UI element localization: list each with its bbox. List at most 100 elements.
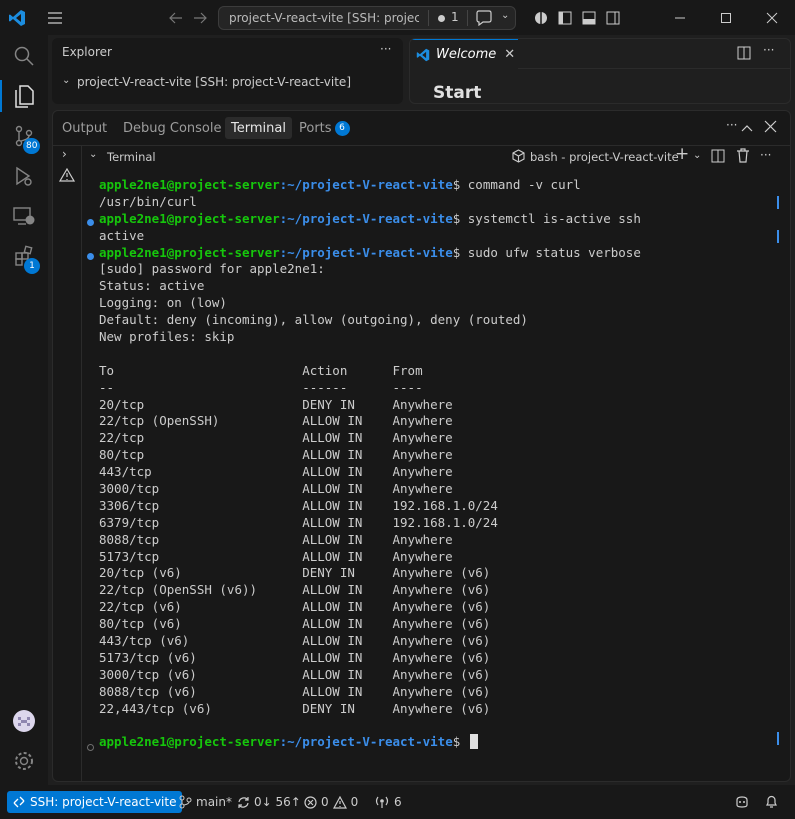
terminal-instance-name[interactable]: bash - project-V-react-vite (530, 150, 679, 164)
tab-ports-label: Ports (299, 120, 332, 136)
chevron-down-icon[interactable]: ⌄ (501, 10, 509, 21)
terminal-output-line: /usr/bin/curl (99, 193, 197, 209)
terminal-output-line: 22/tcp (OpenSSH) ALLOW IN Anywhere (99, 413, 453, 429)
scroll-marker (777, 196, 779, 209)
chevron-down-icon[interactable]: ⌄ (693, 150, 701, 161)
explorer-more-icon[interactable]: ··· (380, 42, 391, 56)
terminal-output-line: 5173/tcp (v6) ALLOW IN Anywhere (v6) (99, 649, 491, 665)
welcome-start-heading: Start (433, 83, 482, 103)
terminal-output-line: 22/tcp (OpenSSH (v6)) ALLOW IN Anywhere … (99, 582, 491, 598)
command-decoration-icon[interactable] (87, 253, 94, 260)
command-decoration-icon[interactable] (87, 219, 94, 226)
terminal-output-line: active (99, 227, 145, 243)
sync-icon (238, 796, 249, 808)
explorer-title: Explorer (62, 45, 112, 59)
search-icon[interactable] (0, 36, 48, 76)
maximize-icon[interactable] (712, 0, 740, 35)
menu-icon[interactable] (44, 0, 66, 35)
terminal-shell-icon (512, 149, 525, 167)
branch-label: main* (196, 795, 232, 809)
terminal-output-line: 8088/tcp (v6) ALLOW IN Anywhere (v6) (99, 683, 491, 699)
copilot-status-icon[interactable] (734, 791, 750, 813)
terminal-output-line: 3306/tcp ALLOW IN 192.168.1.0/24 (99, 497, 498, 513)
split-editor-icon[interactable] (737, 46, 751, 64)
tab-welcome[interactable]: Welcome ✕ (410, 39, 518, 69)
tab-terminal[interactable]: Terminal (225, 117, 292, 139)
terminal-prompt-line: apple2ne1@project-server:~/project-V-rea… (99, 211, 641, 228)
problems-indicator[interactable]: 0 0 (304, 791, 358, 813)
chevron-down-icon[interactable]: ⌄ (62, 75, 70, 86)
chevron-right-icon[interactable]: › (62, 147, 67, 161)
terminal-prompt-line: apple2ne1@project-server:~/project-V-rea… (99, 245, 641, 262)
split-terminal-icon[interactable] (711, 149, 725, 167)
terminal-output-line: 20/tcp (v6) DENY IN Anywhere (v6) (99, 565, 491, 581)
terminal-prompt-line: apple2ne1@project-server:~/project-V-rea… (99, 734, 641, 751)
close-panel-icon[interactable] (764, 120, 777, 137)
terminal-output-line: 3000/tcp (v6) ALLOW IN Anywhere (v6) (99, 666, 491, 682)
forward-arrow-icon[interactable] (190, 0, 210, 35)
terminal-output[interactable]: apple2ne1@project-server :~/project-V-rea… (99, 177, 641, 751)
terminal-output-line: -- ------ ---- (99, 379, 423, 395)
terminal-output-line: 443/tcp ALLOW IN Anywhere (99, 464, 453, 480)
source-control-icon[interactable]: 80 (0, 116, 48, 156)
terminal-output-line: To Action From (99, 362, 423, 378)
notifications-bell-icon[interactable] (765, 791, 778, 813)
scroll-marker (777, 732, 779, 745)
prompt-command: $ systemctl is-active ssh (452, 210, 641, 226)
back-arrow-icon[interactable] (166, 0, 186, 35)
sync-indicator[interactable]: 0↓ 56↑ (237, 791, 301, 813)
ports-indicator[interactable]: 6 (374, 791, 402, 813)
kill-terminal-trash-icon[interactable] (736, 148, 750, 167)
terminal-prompt-line: apple2ne1@project-server:~/project-V-rea… (99, 177, 641, 194)
terminal-section-title: Terminal (107, 150, 156, 164)
terminal-output-line: [sudo] password for apple2ne1: (99, 261, 325, 277)
terminal-output-line: Logging: on (low) (99, 295, 227, 311)
copilot-chat-icon[interactable] (475, 10, 493, 30)
copilot-icon[interactable] (532, 0, 550, 35)
close-tab-icon[interactable]: ✕ (504, 47, 515, 62)
activity-bar: 80 1 (0, 35, 48, 785)
sync-label: 0↓ 56↑ (254, 795, 301, 809)
toggle-primary-sidebar-icon[interactable] (556, 0, 574, 35)
editor-more-icon[interactable]: ··· (763, 43, 774, 57)
terminal-cursor (469, 734, 478, 750)
bottom-panel: Output Debug Console Terminal Ports 6 ··… (52, 110, 791, 782)
error-icon (304, 795, 317, 809)
settings-gear-icon[interactable] (0, 741, 48, 781)
ports-count: 6 (394, 795, 402, 809)
ports-badge: 6 (334, 120, 350, 136)
extensions-icon[interactable]: 1 (0, 236, 48, 276)
tab-ports[interactable]: Ports 6 (293, 117, 356, 139)
prompt-command: $ command -v curl (452, 177, 581, 192)
tab-debug-console[interactable]: Debug Console (117, 117, 228, 139)
explorer-icon[interactable] (0, 76, 48, 116)
terminal-output-line: 5173/tcp ALLOW IN Anywhere (99, 548, 453, 564)
prompt-path: :~/project-V-react-vite (279, 244, 453, 260)
remote-indicator[interactable]: SSH: project-V-react-vite (7, 791, 183, 813)
terminal-output-line: 80/tcp ALLOW IN Anywhere (99, 447, 453, 463)
remote-explorer-icon[interactable] (0, 196, 48, 236)
terminal-output-line: 6379/tcp ALLOW IN 192.168.1.0/24 (99, 514, 498, 530)
new-terminal-icon[interactable]: + (675, 144, 689, 164)
title-bar: project-V-react-vite [SSH: project-... 1… (0, 0, 795, 35)
branch-indicator[interactable]: main* (178, 791, 232, 813)
close-icon[interactable] (758, 0, 786, 35)
run-debug-icon[interactable] (0, 156, 48, 196)
toggle-panel-icon[interactable] (580, 0, 598, 35)
toggle-secondary-sidebar-icon[interactable] (604, 0, 622, 35)
command-center[interactable]: project-V-react-vite [SSH: project-... 1… (218, 6, 516, 30)
warning-icon[interactable] (58, 167, 76, 186)
account-avatar[interactable] (0, 701, 48, 741)
prompt-user-host: apple2ne1@project-server (99, 210, 280, 226)
terminal-more-icon[interactable]: ··· (760, 148, 771, 162)
chevron-down-icon[interactable]: ⌄ (89, 149, 97, 160)
tab-output[interactable]: Output (56, 117, 113, 139)
explorer-panel: Explorer ··· ⌄ project-V-react-vite [SSH… (52, 38, 403, 104)
prompt-path: :~/project-V-react-vite (279, 177, 453, 192)
maximize-panel-icon[interactable] (741, 122, 753, 137)
command-decoration-icon[interactable] (87, 744, 94, 751)
panel-more-icon[interactable]: ··· (726, 118, 737, 132)
minimize-icon[interactable] (666, 0, 694, 35)
prompt-command: $ (452, 734, 468, 750)
workspace-root[interactable]: project-V-react-vite [SSH: project-V-rea… (77, 75, 351, 89)
